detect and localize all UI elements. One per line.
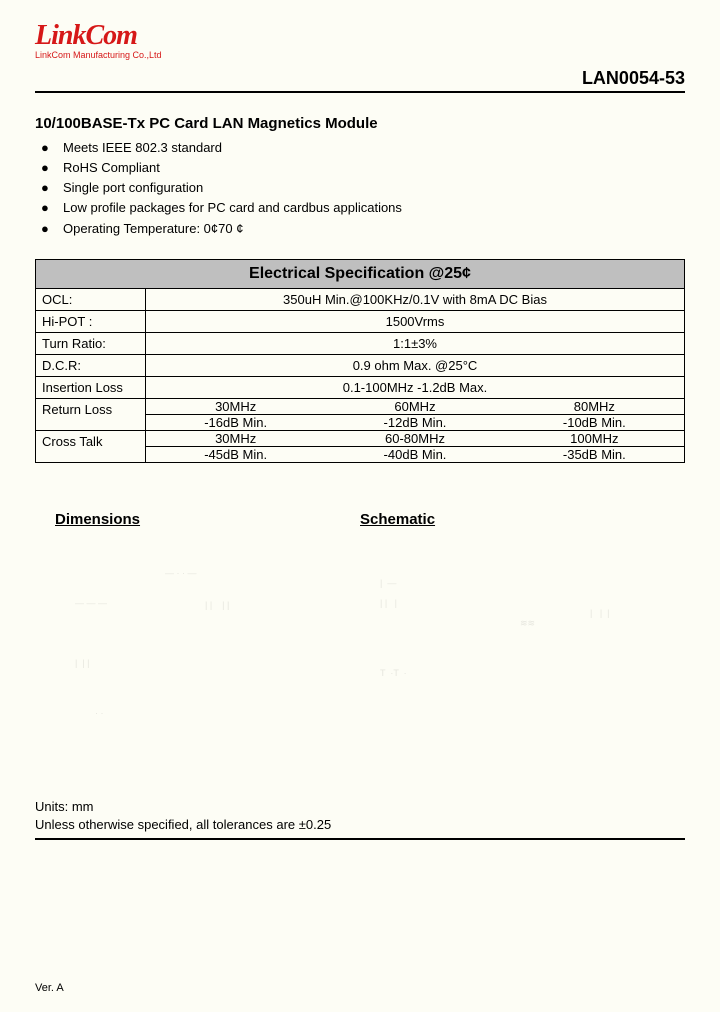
- feature-item: Meets IEEE 802.3 standard: [41, 138, 685, 158]
- spec-label-xtalk: Cross Talk: [36, 430, 146, 462]
- rloss-freq: 80MHz: [505, 399, 684, 415]
- feature-item: Single port configuration: [41, 178, 685, 198]
- section-headings: Dimensions Schematic: [35, 511, 685, 528]
- logo-block: LinkCom LinkCom Manufacturing Co.,Ltd: [35, 20, 685, 60]
- xtalk-val: -45dB Min.: [146, 446, 325, 462]
- xtalk-freq: 100MHz: [505, 431, 684, 447]
- part-number: LAN0054-53: [582, 68, 685, 88]
- product-title: 10/100BASE-Tx PC Card LAN Magnetics Modu…: [35, 115, 685, 132]
- spec-label-iloss: Insertion Loss: [36, 376, 146, 398]
- units-line1: Units: mm: [35, 798, 685, 816]
- spec-value-ocl: 350uH Min.@100KHz/0.1V with 8mA DC Bias: [146, 288, 685, 310]
- feature-item: Low profile packages for PC card and car…: [41, 198, 685, 218]
- diagram-area: — · · — — — — | | | | | | | · · | — | | …: [35, 528, 685, 798]
- xtalk-freq: 30MHz: [146, 431, 325, 447]
- feature-list: Meets IEEE 802.3 standard RoHS Compliant…: [35, 138, 685, 239]
- xtalk-freq: 60-80MHz: [325, 431, 504, 447]
- rloss-val: -16dB Min.: [146, 414, 325, 430]
- rloss-freq: 30MHz: [146, 399, 325, 415]
- feature-item: Operating Temperature: 0¢70 ¢: [41, 219, 685, 239]
- spec-table: Electrical Specification @25¢ OCL: 350uH…: [35, 259, 685, 463]
- xtalk-val: -35dB Min.: [505, 446, 684, 462]
- rloss-freq: 60MHz: [325, 399, 504, 415]
- spec-label-dcr: D.C.R:: [36, 354, 146, 376]
- spec-value-iloss: 0.1-100MHz -1.2dB Max.: [146, 376, 685, 398]
- rloss-val: -10dB Min.: [505, 414, 684, 430]
- units-block: Units: mm Unless otherwise specified, al…: [35, 798, 685, 840]
- feature-item: RoHS Compliant: [41, 158, 685, 178]
- xtalk-val: -40dB Min.: [325, 446, 504, 462]
- schematic-heading: Schematic: [360, 511, 665, 528]
- spec-title: Electrical Specification @25¢: [36, 259, 685, 288]
- part-number-row: LAN0054-53: [35, 68, 685, 93]
- rloss-val: -12dB Min.: [325, 414, 504, 430]
- spec-label-turn: Turn Ratio:: [36, 332, 146, 354]
- logo-main: LinkCom: [35, 20, 685, 52]
- spec-label-hipot: Hi-POT :: [36, 310, 146, 332]
- dimensions-diagram: — · · — — — — | | | | | | | · ·: [45, 558, 350, 788]
- units-line2: Unless otherwise specified, all toleranc…: [35, 816, 685, 834]
- schematic-diagram: | — | | | ≋≋ T ·T · | | |: [370, 558, 675, 788]
- spec-label-rloss: Return Loss: [36, 398, 146, 430]
- dimensions-heading: Dimensions: [55, 511, 360, 528]
- logo-subtitle: LinkCom Manufacturing Co.,Ltd: [35, 50, 685, 60]
- footer-version: Ver. A: [35, 982, 64, 994]
- spec-value-hipot: 1500Vrms: [146, 310, 685, 332]
- spec-label-ocl: OCL:: [36, 288, 146, 310]
- spec-value-turn: 1:1±3%: [146, 332, 685, 354]
- return-loss-grid: 30MHz 60MHz 80MHz -16dB Min. -12dB Min. …: [146, 399, 684, 430]
- spec-value-dcr: 0.9 ohm Max. @25°C: [146, 354, 685, 376]
- crosstalk-grid: 30MHz 60-80MHz 100MHz -45dB Min. -40dB M…: [146, 431, 684, 462]
